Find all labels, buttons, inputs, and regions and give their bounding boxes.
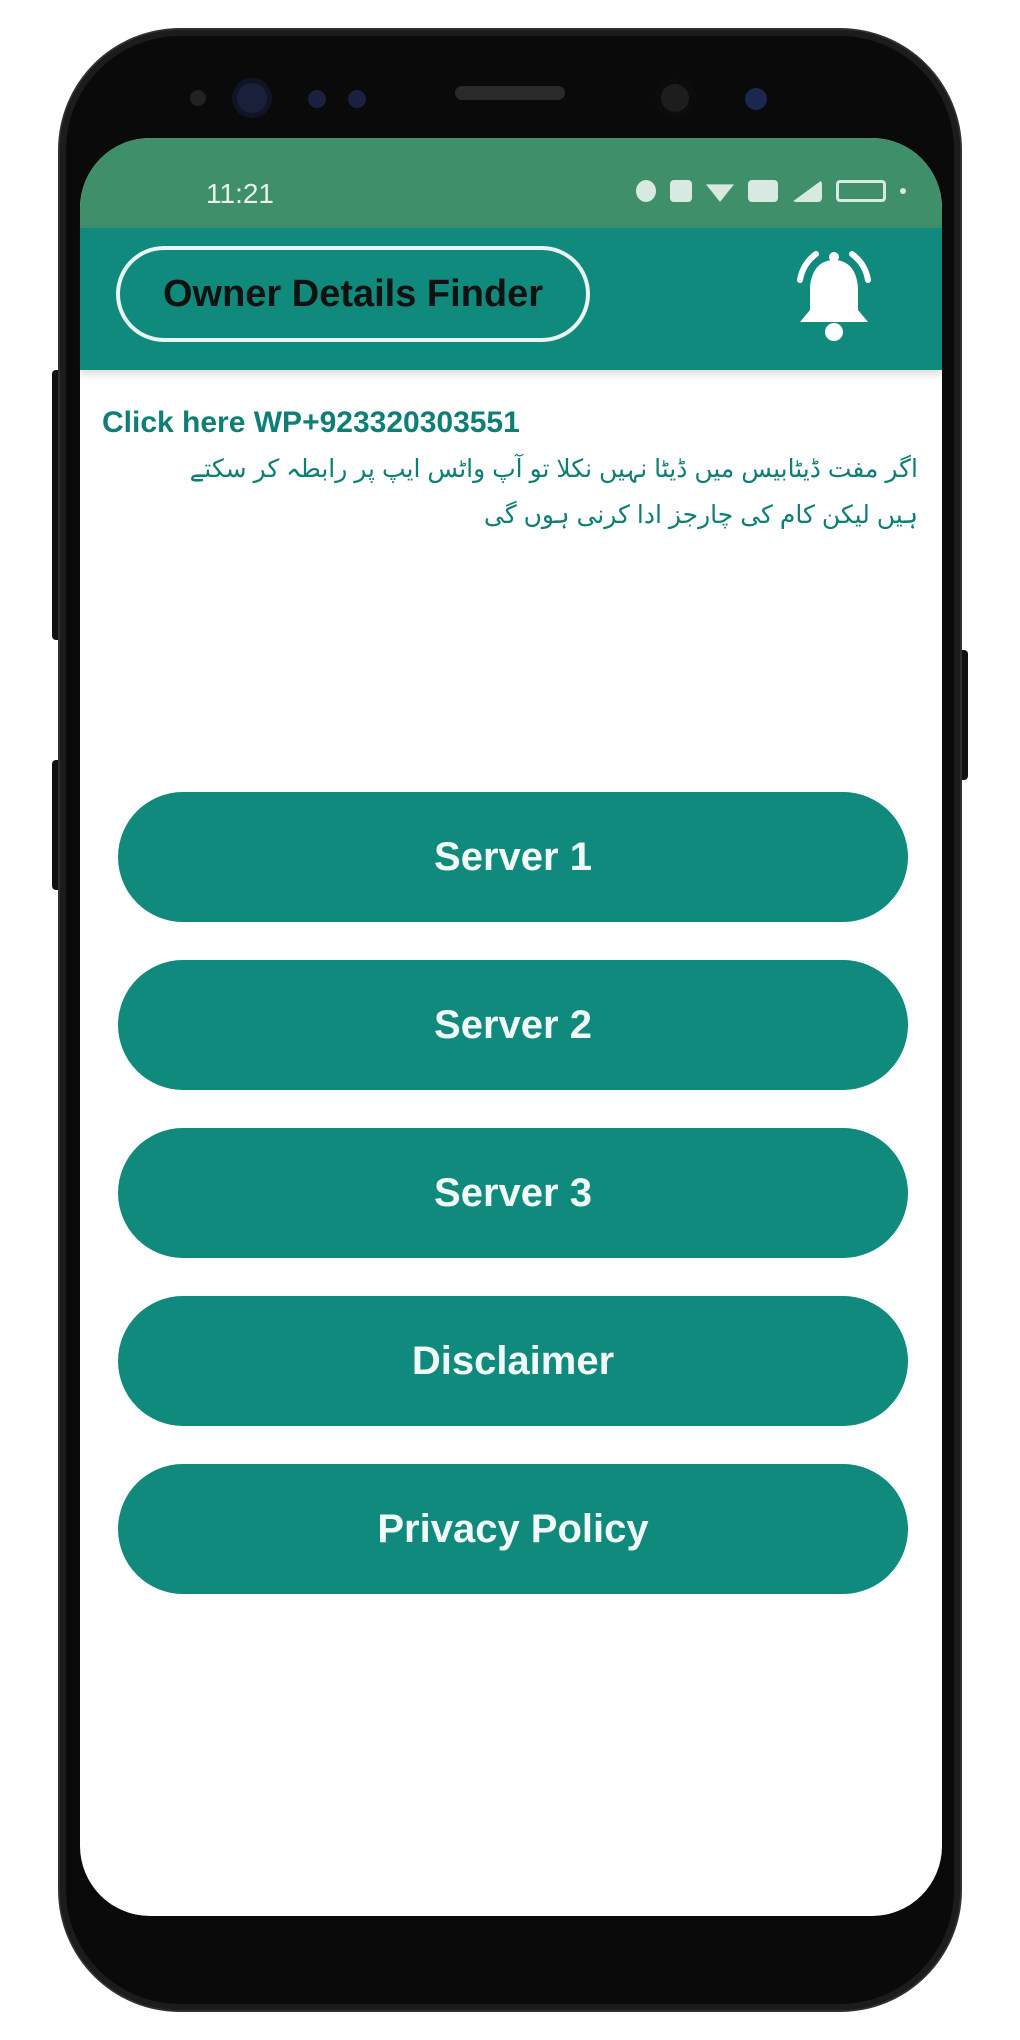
alarm-icon	[670, 180, 692, 202]
status-time: 11:21	[206, 178, 274, 209]
top-bezel	[60, 30, 960, 150]
sensor-dot	[745, 88, 767, 110]
network-4g-icon	[748, 180, 778, 202]
privacy-policy-button[interactable]: Privacy Policy	[118, 1464, 908, 1594]
device-mockup: 11:21 Owner Details Finder Click here WP…	[0, 0, 1020, 2040]
earpiece-speaker	[455, 86, 565, 100]
iris-camera-icon	[232, 78, 272, 118]
status-bar: 11:21	[80, 138, 942, 228]
disclaimer-button[interactable]: Disclaimer	[118, 1296, 908, 1426]
front-camera-icon	[655, 78, 695, 118]
bell-icon[interactable]	[786, 246, 882, 346]
battery-icon	[836, 180, 886, 202]
wifi-icon	[706, 184, 734, 202]
status-icons	[636, 180, 906, 202]
server-3-button[interactable]: Server 3	[118, 1128, 908, 1258]
charging-dot-icon	[900, 188, 906, 194]
app-title: Owner Details Finder	[116, 246, 590, 342]
urdu-notice-text: اگر مفت ڈیٹابیس میں ڈیٹا نہیں نکلا تو آپ…	[189, 455, 918, 529]
main-content: Click here WP+923320303551 اگر مفت ڈیٹاب…	[80, 370, 942, 1916]
app-screen: 11:21 Owner Details Finder Click here WP…	[80, 138, 942, 1916]
server-2-button[interactable]: Server 2	[118, 960, 908, 1090]
whatsapp-contact-link[interactable]: Click here WP+923320303551	[102, 406, 520, 440]
server-1-button[interactable]: Server 1	[118, 792, 908, 922]
app-bar: Owner Details Finder	[80, 228, 942, 370]
sensor-dot	[348, 90, 366, 108]
proximity-sensor	[190, 90, 206, 106]
signal-icon	[792, 180, 822, 202]
notification-icon	[636, 180, 656, 202]
sensor-dot	[308, 90, 326, 108]
